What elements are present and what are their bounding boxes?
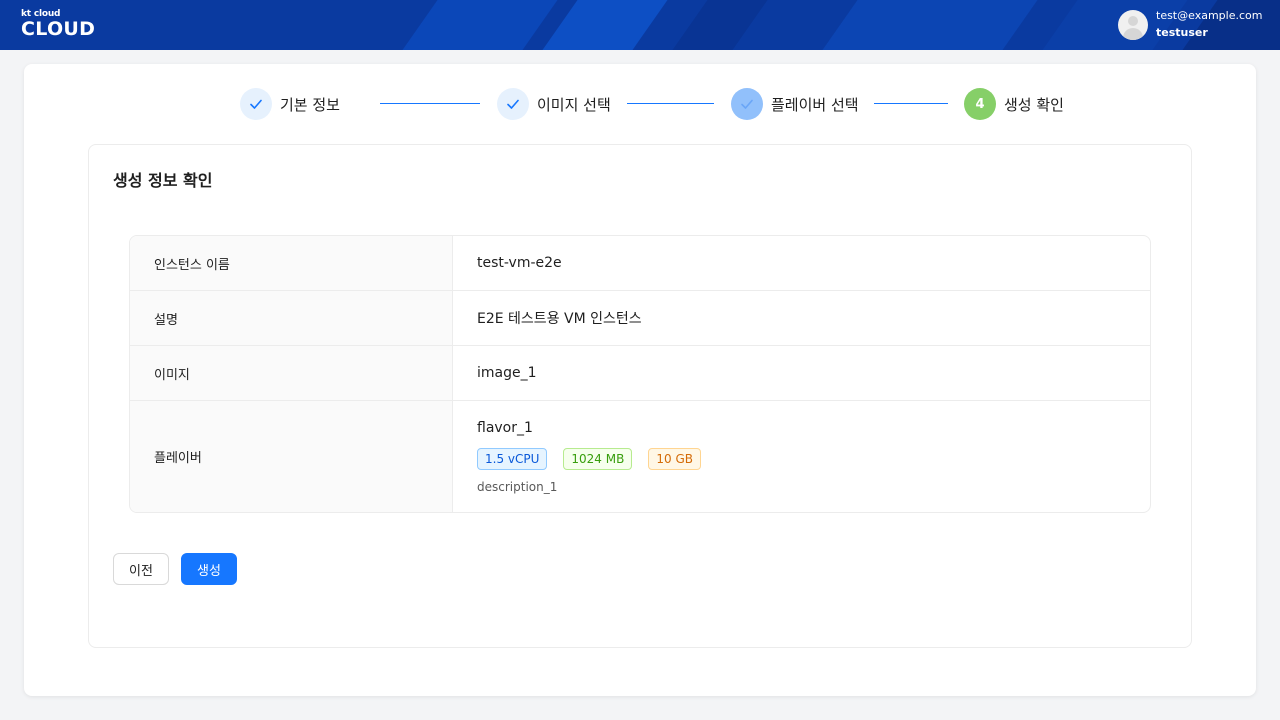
kt-cloud-logo[interactable]: kt cloud CLOUD	[21, 9, 95, 39]
table-row: 이미지 image_1	[130, 346, 1150, 401]
row-label: 플레이버	[130, 401, 453, 512]
vcpu-tag: 1.5 vCPU	[477, 447, 548, 470]
table-row: 설명 E2E 테스트용 VM 인스턴스	[130, 291, 1150, 346]
user-menu[interactable]: test@example.com testuser	[1118, 10, 1262, 40]
check-icon	[497, 88, 529, 120]
user-name: testuser	[1156, 26, 1208, 39]
check-icon	[731, 88, 763, 120]
flavor-value: flavor_1 1.5 vCPU 1024 MB 10 GB descript…	[453, 401, 1150, 512]
flavor-tags: 1.5 vCPU 1024 MB 10 GB	[477, 447, 717, 470]
step-number: 4	[964, 88, 996, 120]
step-label: 이미지 선택	[537, 95, 611, 114]
summary-table: 인스턴스 이름 test-vm-e2e 설명 E2E 테스트용 VM 인스턴스 …	[129, 235, 1151, 513]
create-button[interactable]: 생성	[181, 553, 237, 585]
step-label: 플레이버 선택	[771, 95, 859, 114]
logo-large-text: CLOUD	[21, 18, 96, 40]
flavor-description: description_1	[477, 479, 558, 494]
table-row: 인스턴스 이름 test-vm-e2e	[130, 236, 1150, 291]
user-email: test@example.com	[1156, 9, 1263, 22]
panel-title: 생성 정보 확인	[113, 171, 213, 190]
confirm-panel: 생성 정보 확인 인스턴스 이름 test-vm-e2e 설명 E2E 테스트용…	[88, 144, 1192, 648]
header-decoration	[822, 0, 1038, 50]
step-connector	[380, 103, 480, 104]
row-label: 설명	[130, 291, 453, 345]
steps-indicator: 기본 정보 이미지 선택 플레이버 선택 4 생성 확인	[240, 88, 1064, 120]
user-avatar-icon[interactable]	[1118, 10, 1148, 40]
step-flavor-select[interactable]: 플레이버 선택	[731, 88, 859, 120]
step-image-select[interactable]: 이미지 선택	[497, 88, 611, 120]
step-connector	[627, 103, 714, 104]
header-decoration	[672, 0, 768, 50]
table-row: 플레이버 flavor_1 1.5 vCPU 1024 MB 10 GB des…	[130, 401, 1150, 512]
row-label: 인스턴스 이름	[130, 236, 453, 290]
row-label: 이미지	[130, 346, 453, 400]
image-value: image_1	[477, 365, 537, 381]
flavor-name: flavor_1	[477, 419, 533, 436]
main-card: 기본 정보 이미지 선택 플레이버 선택 4 생성 확인 생성 정보 확인 인스…	[24, 64, 1256, 696]
description-value: E2E 테스트용 VM 인스턴스	[477, 311, 642, 327]
step-label: 기본 정보	[280, 95, 340, 114]
prev-button[interactable]: 이전	[113, 553, 169, 585]
instance-name-value: test-vm-e2e	[477, 255, 562, 271]
disk-tag: 10 GB	[648, 447, 701, 470]
step-connector	[874, 103, 948, 104]
top-header: kt cloud CLOUD test@example.com testuser	[0, 0, 1280, 50]
check-icon	[240, 88, 272, 120]
step-confirm[interactable]: 4 생성 확인	[964, 88, 1064, 120]
header-decoration	[402, 0, 558, 50]
header-decoration	[542, 0, 668, 50]
step-label: 생성 확인	[1004, 95, 1064, 114]
memory-tag: 1024 MB	[563, 447, 633, 470]
step-basic-info[interactable]: 기본 정보	[240, 88, 340, 120]
